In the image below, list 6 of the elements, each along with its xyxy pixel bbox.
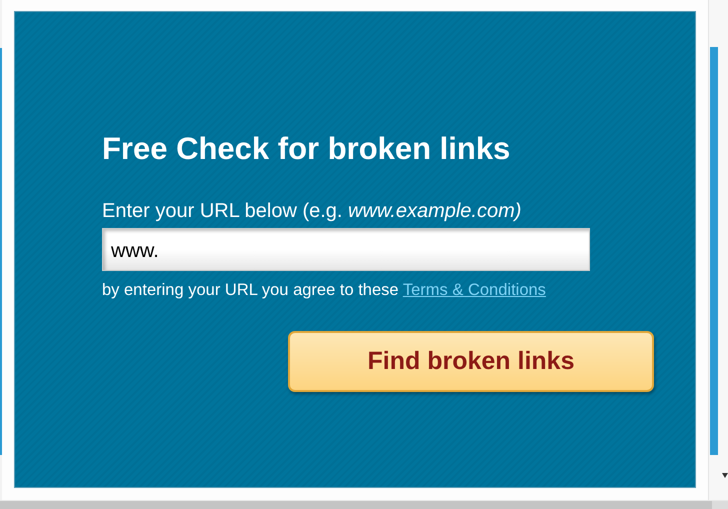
- terms-notice: by entering your URL you agree to these Terms & Conditions: [102, 280, 547, 301]
- url-label: Enter your URL below (e.g. www.example.com): [102, 199, 522, 223]
- scroll-down-arrow-icon[interactable]: [722, 473, 728, 479]
- find-broken-links-button[interactable]: Find broken links: [288, 331, 654, 392]
- dialog-title: Free Check for broken links: [102, 130, 512, 168]
- url-input-field[interactable]: www.: [102, 228, 590, 271]
